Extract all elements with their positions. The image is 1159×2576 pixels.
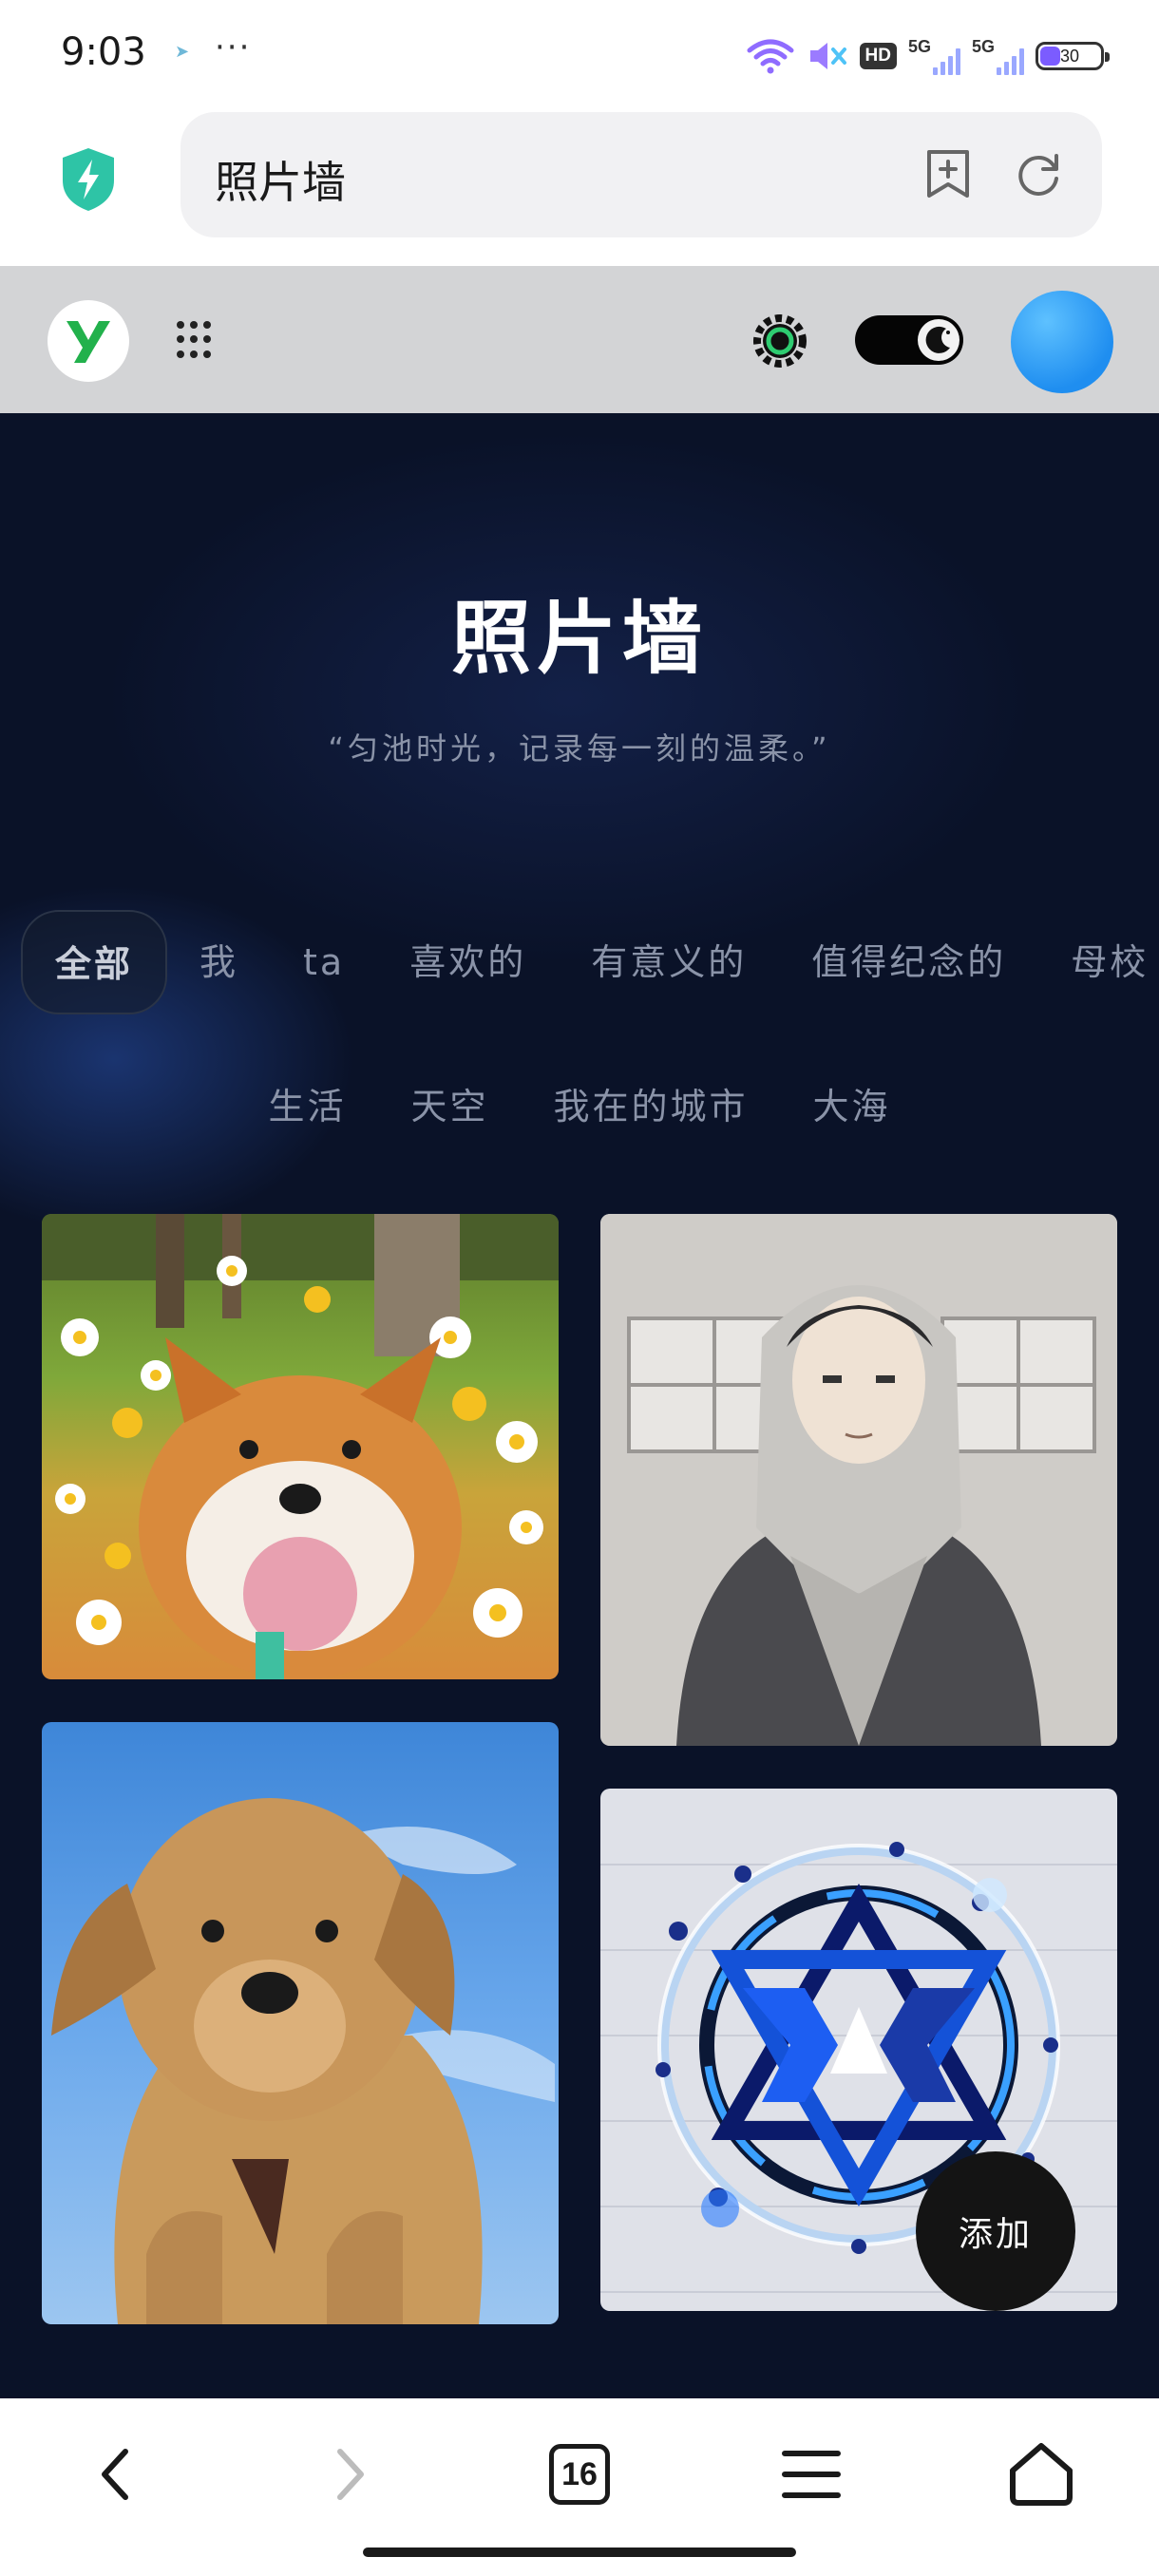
browser-address-bar: 照片墙	[0, 104, 1159, 266]
photo-shiba-dog[interactable]	[42, 1214, 559, 1679]
photo-golden-puppy[interactable]	[42, 1722, 559, 2324]
chevron-right-icon	[337, 2449, 364, 2500]
wifi-icon	[747, 39, 794, 74]
url-field[interactable]: 照片墙	[180, 112, 1102, 237]
logo-icon	[66, 321, 110, 363]
photo-anime-boy[interactable]	[600, 1214, 1117, 1746]
battery-icon: 30	[1036, 42, 1110, 70]
site-navbar	[0, 266, 1159, 413]
dark-mode-toggle[interactable]	[855, 315, 963, 365]
tab-my-city[interactable]: 我在的城市	[522, 1054, 781, 1159]
status-time: 9:03	[61, 30, 146, 74]
status-icons: HD 5G 5G 30	[746, 34, 1110, 78]
moon-icon	[918, 319, 960, 361]
home-icon	[1010, 2443, 1073, 2506]
status-bar: 9:03 ➤ ··· HD 5G 5G 30	[0, 0, 1159, 104]
home-indicator[interactable]	[363, 2548, 796, 2557]
tab-me[interactable]: 我	[167, 910, 271, 1014]
chevron-left-icon	[102, 2449, 128, 2500]
home-button[interactable]	[1003, 2436, 1079, 2512]
tab-memorable[interactable]: 值得纪念的	[779, 910, 1038, 1014]
reload-icon[interactable]	[1013, 148, 1064, 199]
tab-sky[interactable]: 天空	[378, 1054, 521, 1159]
add-bookmark-icon[interactable]	[923, 148, 973, 199]
mute-icon	[809, 43, 846, 69]
location-icon: ➤	[175, 42, 190, 62]
tab-liked[interactable]: 喜欢的	[377, 910, 559, 1014]
signal-5g-1-icon: 5G	[908, 37, 960, 75]
page-title: 照片墙	[450, 592, 708, 685]
tab-all[interactable]: 全部	[21, 910, 168, 1014]
site-logo[interactable]	[48, 300, 129, 382]
photo-wall-content: 照片墙 “匀池时光，记录每一刻的温柔。” 全部 我 ta 喜欢的 有意义的 值得…	[0, 413, 1159, 2398]
shield-icon[interactable]	[59, 146, 118, 213]
signal-5g-2-icon: 5G	[972, 37, 1024, 75]
avatar[interactable]	[1011, 291, 1113, 393]
more-notifications-icon: ···	[215, 28, 252, 66]
url-text: 照片墙	[215, 157, 346, 208]
tab-alma-mater[interactable]: 母校	[1038, 910, 1159, 1014]
category-tabs-row-2: 生活 天空 我在的城市 大海	[0, 1054, 1159, 1159]
tab-ta[interactable]: ta	[271, 910, 377, 1014]
page-subtitle: “匀池时光，记录每一刻的温柔。”	[328, 730, 831, 767]
tab-sea[interactable]: 大海	[781, 1054, 923, 1159]
category-tabs-row-1: 全部 我 ta 喜欢的 有意义的 值得纪念的 母校	[21, 910, 1159, 1014]
hamburger-menu-icon	[782, 2451, 841, 2498]
tabs-button[interactable]: 16	[542, 2436, 618, 2512]
forward-button[interactable]	[312, 2436, 388, 2512]
tab-life[interactable]: 生活	[236, 1054, 378, 1159]
tab-meaningful[interactable]: 有意义的	[559, 910, 779, 1014]
tab-count: 16	[549, 2444, 610, 2505]
battery-level: 30	[1059, 46, 1080, 66]
menu-button[interactable]	[773, 2436, 849, 2512]
back-button[interactable]	[78, 2436, 154, 2512]
gear-icon[interactable]	[752, 313, 808, 369]
apps-grid-icon[interactable]	[177, 321, 215, 359]
hd-icon: HD	[859, 43, 897, 69]
add-button[interactable]: 添加	[916, 2151, 1075, 2311]
